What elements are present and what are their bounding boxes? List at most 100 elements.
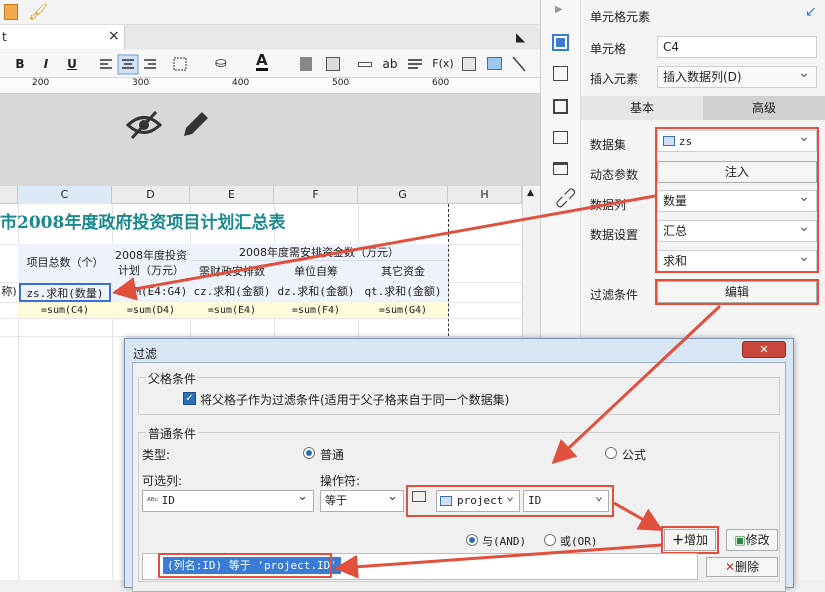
tab-basic[interactable]: 基本 [581, 96, 703, 120]
report-title: 市2008年度政府投资项目计划汇总表 [0, 213, 286, 233]
tab-menu-icon[interactable]: ◣ [516, 30, 525, 44]
chart-icon[interactable] [462, 57, 476, 71]
ruler-tick: 300 [132, 78, 150, 88]
paste-icon[interactable] [4, 4, 18, 20]
and-radio[interactable] [466, 534, 478, 546]
ruler-tick: 200 [32, 78, 50, 88]
data-setting-label: 数据设置 [590, 228, 639, 242]
hyperlink-icon[interactable]: ⊂⊃ [549, 181, 581, 213]
delete-icon: ✕ [724, 560, 736, 574]
image-icon[interactable] [487, 57, 502, 70]
selectable-column-select[interactable]: ᴬᴮᶜ ID [142, 487, 314, 512]
abc-icon: ᴬᴮᶜ [147, 497, 159, 507]
col-header-d[interactable]: D [112, 186, 190, 204]
type-normal-radio[interactable] [303, 447, 315, 459]
fill-color-icon[interactable]: ⛀ [215, 55, 227, 71]
split-icon[interactable] [326, 57, 340, 71]
tab-advanced[interactable]: 高级 [703, 96, 825, 120]
ruler-tick: 400 [232, 78, 250, 88]
widget-icon[interactable] [553, 99, 568, 114]
highlight-data-settings [655, 127, 819, 273]
collapse-icon[interactable]: ▶ [555, 4, 563, 15]
cell-input[interactable]: C4 [657, 36, 817, 58]
tab-close-icon[interactable]: × [108, 28, 120, 44]
cell-g4[interactable]: qt.求和(金额) [358, 285, 448, 299]
type-formula-radio[interactable] [605, 447, 617, 459]
header-self-raised: 单位自筹 [294, 265, 338, 278]
parent-checkbox[interactable]: ✓ [183, 392, 196, 405]
or-radio[interactable] [544, 534, 556, 546]
selectable-column-value: ID [161, 494, 175, 507]
highlight-add-button [661, 526, 719, 554]
modify-icon: ▣ [734, 533, 746, 547]
modify-button-label: 修改 [745, 533, 770, 547]
scroll-up-icon[interactable]: ▲ [527, 188, 534, 198]
slash-icon[interactable] [512, 56, 526, 72]
bold-button[interactable]: B [12, 55, 28, 73]
or-label: 或(OR) [560, 535, 598, 548]
cell-stub[interactable]: 称) [0, 285, 18, 299]
parent-group-label: 父格条件 [146, 370, 199, 387]
selectable-columns-label: 可选列: [142, 474, 183, 488]
col-header-b[interactable] [0, 186, 18, 204]
condition-icon[interactable] [553, 162, 568, 175]
align-icons[interactable] [98, 54, 198, 75]
type-label: 类型: [142, 448, 171, 462]
header-fiscal: 需财政安排数 [199, 265, 265, 278]
italic-button[interactable]: I [38, 55, 54, 73]
cell-d5[interactable]: =sum(D4) [112, 304, 190, 318]
col-header-h[interactable]: H [448, 186, 522, 204]
col-header-c[interactable]: C [18, 186, 112, 204]
modify-button[interactable]: ▣修改 [726, 529, 778, 551]
cell-element-icon[interactable] [552, 34, 569, 51]
text-ab-button[interactable]: ab [380, 55, 400, 73]
header-project-total: 项目总数（个） [26, 256, 104, 269]
cell-e4[interactable]: cz.求和(金额) [190, 285, 274, 299]
delete-button[interactable]: ✕删除 [706, 557, 778, 577]
operator-select[interactable]: 等于 [320, 487, 404, 512]
data-column-label: 数据列 [590, 198, 627, 212]
tab-report[interactable]: t × [0, 25, 125, 49]
hide-eye-icon[interactable] [125, 110, 163, 140]
tab-label: t [2, 30, 7, 44]
cell-f4[interactable]: dz.求和(金额) [274, 285, 358, 299]
col-header-e[interactable]: E [190, 186, 274, 204]
format-toolbar [0, 50, 540, 78]
paragraph-icon[interactable] [408, 58, 422, 72]
and-label: 与(AND) [482, 535, 527, 548]
filter-label: 过滤条件 [590, 288, 639, 302]
underline-button[interactable]: U [64, 55, 80, 73]
cell-c4-selected[interactable]: zs.求和(数量) [19, 283, 111, 302]
ruler: 200 300 400 500 600 [0, 78, 540, 94]
widget-pane [0, 94, 540, 186]
cell-attr-icon[interactable] [553, 66, 568, 81]
cell-e5[interactable]: =sum(E4) [190, 304, 274, 318]
merge-icon[interactable] [300, 57, 312, 71]
textbox-icon[interactable] [358, 62, 372, 67]
dialog-close-button[interactable]: ✕ [742, 341, 786, 358]
formula-button[interactable]: F(x) [432, 55, 454, 73]
col-header-f[interactable]: F [274, 186, 358, 204]
font-color-icon[interactable]: A [256, 52, 268, 71]
cell-g5[interactable]: =sum(G4) [358, 304, 448, 318]
ruler-tick: 500 [332, 78, 350, 88]
panel-title: 单元格元素 [590, 10, 651, 24]
top-toolbar: 🖌 [0, 0, 540, 25]
chart-attr-icon[interactable] [553, 131, 568, 144]
col-header-g[interactable]: G [358, 186, 448, 204]
edit-pencil-icon[interactable] [180, 108, 210, 140]
format-painter-icon[interactable]: 🖌 [28, 2, 48, 21]
cell-c5[interactable]: =sum(C4) [18, 304, 112, 318]
cell-label: 单元格 [590, 42, 627, 56]
cell-d4[interactable]: =SUM(E4:G4) [112, 285, 190, 299]
delete-button-label: 删除 [735, 560, 760, 574]
insert-element-select[interactable]: 插入数据列(D) [657, 63, 817, 88]
panel-pin-icon[interactable]: ↙ [805, 4, 817, 20]
highlight-value-selector [406, 485, 614, 517]
parent-checkbox-label: 将父格子作为过滤条件(适用于父子格来自于同一个数据集) [200, 393, 510, 407]
ruler-tick: 600 [432, 78, 450, 88]
type-normal-label: 普通 [320, 448, 345, 462]
cell-f5[interactable]: =sum(F4) [274, 304, 358, 318]
header-other-funds: 其它资金 [381, 265, 425, 278]
header-need-funds: 2008年度需安排资金数（万元） [190, 246, 448, 261]
